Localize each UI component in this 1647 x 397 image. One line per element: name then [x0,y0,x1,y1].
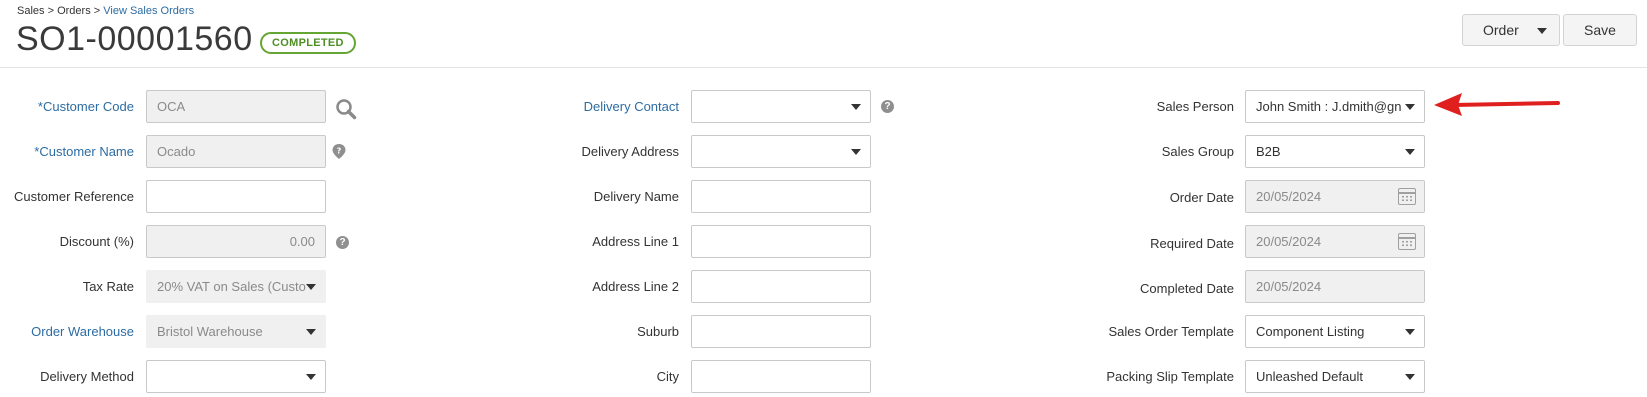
breadcrumb-orders[interactable]: Orders [57,5,91,17]
delivery-method-label: Delivery Method [40,369,134,384]
delivery-address-label: Delivery Address [581,144,679,159]
chevron-down-icon [1537,28,1547,34]
calendar-icon[interactable] [1398,233,1416,250]
order-warehouse-select[interactable]: Bristol Warehouse [146,315,326,348]
delivery-name-label: Delivery Name [593,189,679,204]
breadcrumb: Sales > Orders > View Sales Orders [17,5,194,17]
sales-order-template-label: Sales Order Template [1108,324,1235,339]
chevron-down-icon [306,329,316,335]
sales-order-template-select[interactable]: Component Listing [1245,315,1425,348]
suburb-field[interactable] [691,315,871,348]
delivery-name-field[interactable] [691,180,871,213]
breadcrumb-view-sales-orders[interactable]: View Sales Orders [103,5,194,17]
order-date-value: 20/05/2024 [1256,189,1322,204]
breadcrumb-separator: > [44,5,58,17]
help-icon[interactable]: ? [336,236,349,249]
sales-group-select[interactable]: B2B [1245,135,1425,168]
address-line-1-field[interactable] [691,225,871,258]
delivery-address-select[interactable] [691,135,871,168]
order-button-label: Order [1483,22,1519,38]
chevron-down-icon [851,149,861,155]
calendar-icon[interactable] [1398,188,1416,205]
packing-slip-template-label: Packing Slip Template [1106,369,1234,384]
required-date-value: 20/05/2024 [1256,234,1322,249]
customer-reference-label: Customer Reference [14,189,134,204]
chevron-down-icon [1405,149,1415,155]
customer-reference-field[interactable] [146,180,326,213]
svg-text:?: ? [337,147,342,156]
customer-code-field[interactable]: OCA [146,90,326,123]
delivery-contact-select[interactable] [691,90,871,123]
save-button[interactable]: Save [1563,14,1637,46]
sales-person-label: Sales Person [1156,99,1234,114]
sales-person-value: John Smith : J.dmith@gn [1256,99,1402,114]
city-label: City [656,369,679,384]
order-warehouse-label[interactable]: Order Warehouse [31,324,134,339]
required-date-field[interactable]: 20/05/2024 [1245,225,1425,258]
order-menu-button[interactable]: Order [1462,14,1560,46]
sales-group-label: Sales Group [1161,144,1234,159]
sales-order-template-value: Component Listing [1256,324,1365,339]
chevron-down-icon [851,104,861,110]
chevron-down-icon [306,374,316,380]
tax-rate-select[interactable]: 20% VAT on Sales (Custo [146,270,326,303]
order-date-field[interactable]: 20/05/2024 [1245,180,1425,213]
header-divider [0,67,1647,68]
customer-name-label[interactable]: *Customer Name [34,144,134,159]
city-field[interactable] [691,360,871,393]
status-badge: COMPLETED [260,32,356,54]
packing-slip-template-value: Unleashed Default [1256,369,1363,384]
delivery-contact-label[interactable]: Delivery Contact [584,99,679,114]
customer-name-field[interactable]: Ocado [146,135,326,168]
customer-code-label[interactable]: *Customer Code [38,99,134,114]
breadcrumb-sales[interactable]: Sales [17,5,45,17]
chevron-down-icon [306,284,316,290]
address-line-1-label: Address Line 1 [592,234,679,249]
order-date-label: Order Date [1169,190,1234,205]
discount-label: Discount (%) [59,234,134,249]
help-icon[interactable]: ? [881,100,894,113]
address-line-2-label: Address Line 2 [592,279,679,294]
tax-rate-value: 20% VAT on Sales (Custo [157,279,306,294]
location-help-icon[interactable]: ? [331,143,347,160]
page-title: SO1-00001560 [16,20,253,58]
chevron-down-icon [1405,374,1415,380]
delivery-method-select[interactable] [146,360,326,393]
tax-rate-label: Tax Rate [82,279,134,294]
address-line-2-field[interactable] [691,270,871,303]
suburb-label: Suburb [637,324,679,339]
discount-field[interactable]: 0.00 [146,225,326,258]
required-date-label: Required Date [1150,236,1234,251]
sales-group-value: B2B [1256,144,1281,159]
order-warehouse-value: Bristol Warehouse [157,324,263,339]
search-icon[interactable] [335,98,357,120]
sales-person-select[interactable]: John Smith : J.dmith@gn [1245,90,1425,123]
completed-date-field: 20/05/2024 [1245,270,1425,303]
chevron-down-icon [1405,104,1415,110]
packing-slip-template-select[interactable]: Unleashed Default [1245,360,1425,393]
red-arrow-annotation [1434,93,1560,116]
completed-date-label: Completed Date [1140,281,1234,296]
breadcrumb-separator: > [90,5,104,17]
chevron-down-icon [1405,329,1415,335]
